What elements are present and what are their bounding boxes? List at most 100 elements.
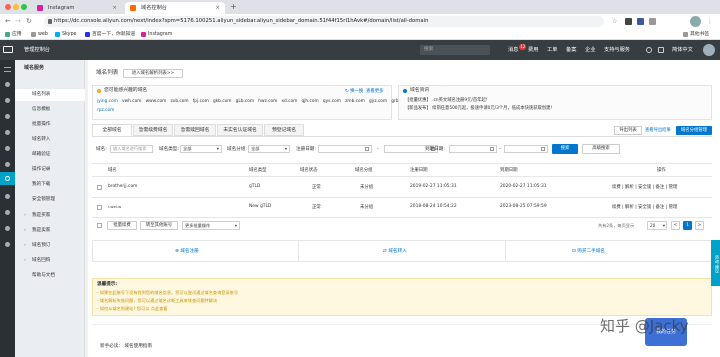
news-item[interactable]: 【新品发布】 续销任意500元起，极速申请0元/3个月，低成本快速获取创建!	[405, 106, 552, 112]
sidebar-group-seller[interactable]: › 我是卖家	[15, 225, 85, 237]
product-icon[interactable]	[5, 146, 10, 151]
register-domain-link[interactable]: ⊕ 域名注册	[175, 248, 199, 255]
maximize-window-icon[interactable]	[21, 4, 27, 10]
recommended-domain[interactable]: zmb.com	[345, 99, 365, 104]
tab-instagram[interactable]: Instagram ×	[32, 2, 122, 14]
sidebar-group-buyer[interactable]: › 我是买家	[15, 210, 85, 222]
group-manage-button[interactable]: 域名分组管理	[676, 126, 712, 135]
url-input[interactable]: https://dc.console.aliyun.com/next/index…	[44, 16, 604, 27]
product-icon[interactable]	[5, 130, 10, 135]
recommended-domain[interactable]: gyz.com	[369, 99, 387, 104]
group-select[interactable]: 全部 ▾	[248, 145, 290, 153]
tab-renew-urgent[interactable]: 急需续费域名	[133, 124, 173, 136]
sidebar-item-domain-list[interactable]: 域名列表	[15, 89, 85, 101]
bookmark-other[interactable]: 其他书签	[682, 29, 709, 40]
export-list-button[interactable]: 导出列表	[614, 126, 642, 135]
bookmark-web[interactable]: web	[30, 29, 48, 40]
product-icon[interactable]	[5, 162, 10, 167]
recommended-domain[interactable]: jying.com	[97, 99, 118, 104]
newbie-guide[interactable]: 新手必读： 域名使用指南	[100, 343, 152, 350]
recommended-domain[interactable]: qys.com	[323, 99, 341, 104]
bookmark-skype[interactable]: Skype	[54, 29, 77, 40]
product-icon[interactable]	[5, 242, 10, 247]
bookmark-apps[interactable]: 应用	[4, 29, 22, 40]
language-switch[interactable]: 简体中文	[672, 40, 693, 60]
select-all-checkbox[interactable]	[97, 223, 102, 228]
forward-icon[interactable]: →	[15, 16, 21, 27]
exp-date-start[interactable]	[449, 145, 497, 153]
feedback-side-tab[interactable]: 咨询·建议	[711, 240, 720, 286]
type-select[interactable]: 全部 ▾	[180, 145, 222, 153]
domain-link[interactable]: brotherjj.com	[108, 184, 137, 189]
recommended-domain[interactable]: qjh.com	[302, 99, 319, 104]
sidebar-group-reserve[interactable]: › 域名预订	[15, 240, 85, 252]
help-icon[interactable]	[646, 47, 652, 53]
transfer-domain-link[interactable]: ⇄ 域名转入	[383, 248, 407, 255]
product-icon[interactable]	[5, 82, 10, 87]
exp-date-end[interactable]	[504, 145, 548, 153]
star-icon[interactable]: ☆	[612, 16, 617, 27]
tip-line[interactable]: - 如果在此账号下没有找到您的域名信息，您可以尝试通过域名查询登录账号	[97, 290, 238, 296]
recommended-domain[interactable]: www.com	[146, 99, 167, 104]
sidebar-item-batch[interactable]: 批量操作	[15, 119, 85, 131]
news-item[interactable]: 【批量优惠】 .cn英文域名注册9元/首年起!	[405, 98, 487, 104]
console-search-input[interactable]: 搜索	[420, 45, 490, 55]
user-avatar[interactable]	[703, 44, 715, 56]
topbar-ticket[interactable]: 工单	[547, 40, 557, 60]
close-window-icon[interactable]	[5, 4, 11, 10]
new-tab-button[interactable]: +	[230, 2, 237, 11]
buy-secondhand-link[interactable]: ⊡ 购买二手域名	[572, 248, 605, 255]
row-actions[interactable]: 续费 | 解析 | 安全锁 | 备注 | 管理	[612, 184, 677, 190]
tab-redeem-urgent[interactable]: 急需赎回域名	[174, 124, 216, 136]
tab-preregistered[interactable]: 预登记域名	[264, 124, 304, 136]
product-icon[interactable]	[5, 194, 10, 199]
view-export-link[interactable]: 查看导出结果	[645, 127, 671, 134]
recommended-domain[interactable]: hwz.com	[258, 99, 277, 104]
browser-menu-icon[interactable]: ⋮	[707, 16, 713, 27]
product-icon[interactable]	[5, 210, 10, 215]
row-checkbox[interactable]	[97, 185, 102, 190]
close-tab-icon[interactable]: ×	[215, 2, 220, 14]
product-icon[interactable]	[5, 114, 10, 119]
reload-icon[interactable]: ↻	[26, 16, 32, 27]
bookmark-baidu[interactable]: 百度一下，你就知道	[84, 29, 135, 40]
extension-icon[interactable]	[625, 18, 632, 25]
next-page-button[interactable]: >	[695, 221, 704, 230]
menu-icon[interactable]	[4, 67, 11, 72]
bookmark-instagram[interactable]: Instagram	[140, 29, 172, 40]
topbar-enterprise[interactable]: 企业	[585, 40, 595, 60]
tip-line[interactable]: - 域名解析失效问题，您可以通过域名诊断工具来排查问题并解决	[97, 298, 217, 304]
tab-unverified[interactable]: 未实名认证域名	[217, 124, 263, 136]
tab-domain-console[interactable]: 域名控制台 ×	[125, 2, 225, 14]
page-size-select[interactable]: 20 ▾	[647, 221, 667, 230]
recommended-domain[interactable]: rpz.com	[97, 108, 114, 114]
tab-all-domains[interactable]: 全部域名	[92, 124, 132, 136]
sidebar-item-transfer-in[interactable]: 域名转入	[15, 134, 85, 146]
aliyun-logo-icon[interactable]	[3, 46, 13, 53]
domain-link[interactable]: i-wei.w	[108, 204, 121, 209]
extension-icon[interactable]	[637, 18, 644, 25]
product-icon[interactable]	[5, 226, 10, 231]
recommended-domain[interactable]: vwh.com	[122, 99, 141, 104]
sidebar-item-email-verify[interactable]: 邮箱验证	[15, 149, 85, 161]
sidebar-item-templates[interactable]: 信息模板	[15, 104, 85, 116]
row-actions[interactable]: 续费 | 解析 | 安全锁 | 备注 | 管理	[612, 204, 677, 210]
topbar-billing[interactable]: 费用	[528, 40, 538, 60]
search-button[interactable]: 搜索	[552, 144, 578, 154]
domain-search-input[interactable]: 输入域名进行搜索	[110, 145, 153, 153]
sidebar-group-help[interactable]: 帮助与文档	[15, 270, 85, 282]
transfer-account-button[interactable]: 转至其他账号	[140, 221, 178, 230]
topbar-icp[interactable]: 备案	[566, 40, 576, 60]
reg-date-start[interactable]	[318, 145, 372, 153]
close-tab-icon[interactable]: ×	[112, 2, 117, 14]
extension-icon[interactable]	[649, 18, 656, 25]
topbar-support[interactable]: 支持与服务	[604, 40, 630, 60]
console-title[interactable]: 管理控制台	[24, 40, 50, 60]
profile-avatar[interactable]	[690, 16, 701, 27]
recommended-domain[interactable]: fpj.com	[193, 99, 209, 104]
cart-icon[interactable]	[658, 47, 664, 53]
recommended-domain[interactable]: zxb.com	[171, 99, 189, 104]
recommended-domain[interactable]: gLb.com	[236, 99, 254, 104]
row-checkbox[interactable]	[97, 205, 102, 210]
enter-dns-list-button[interactable]: 进入域名解析列表>>	[123, 69, 183, 78]
